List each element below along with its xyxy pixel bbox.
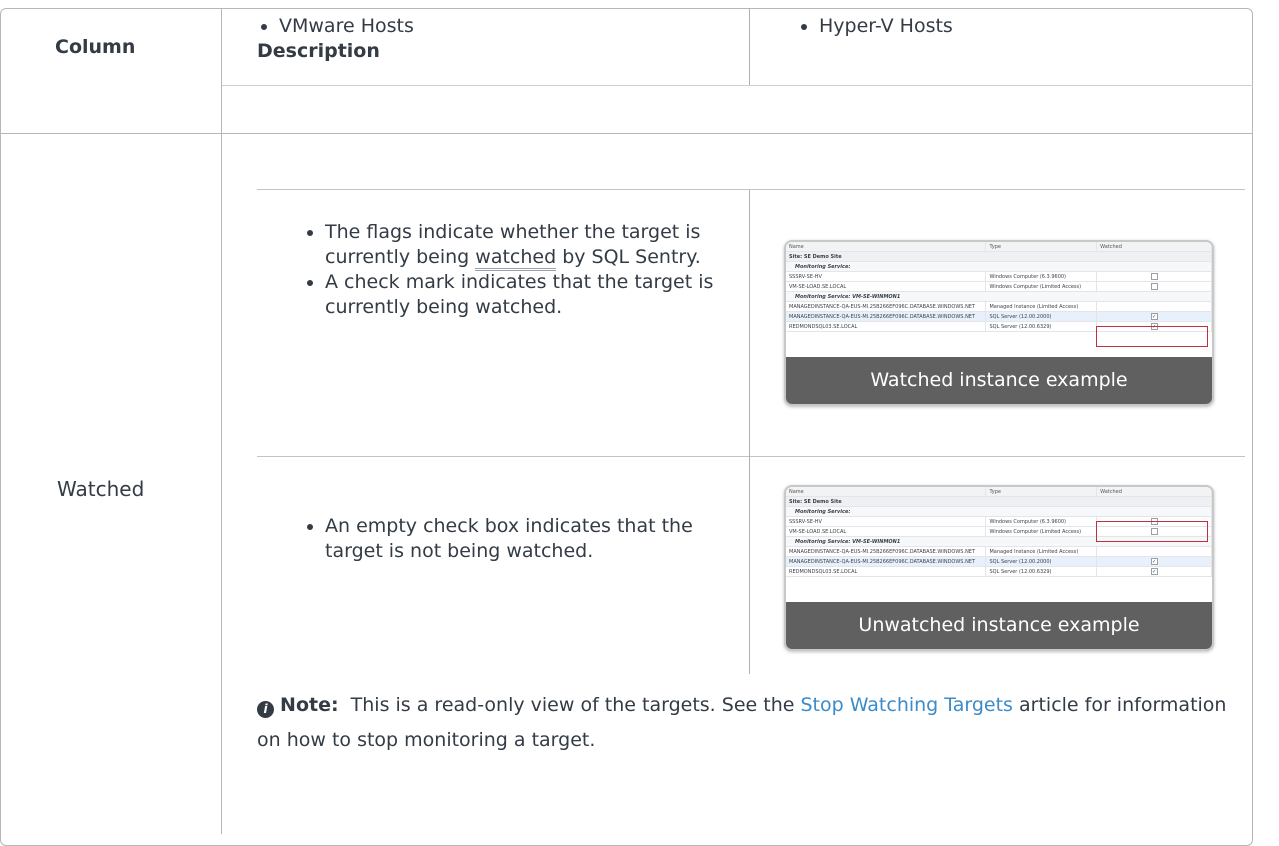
note-text: This is a read-only view of the targets.… [338, 694, 801, 716]
header-nested-divider [749, 8, 750, 85]
documentation-table-page: Column Description VMware Hosts Hyper-V … [0, 0, 1279, 846]
list-item: A check mark indicates that the target i… [325, 270, 723, 320]
note-label: Note: [280, 694, 339, 716]
list-item: An empty check box indicates that the ta… [325, 514, 723, 564]
nested-middle-line [257, 456, 1245, 457]
nested-top-line [257, 189, 1245, 190]
watched-bullets: The flags indicate whether the target is… [303, 220, 723, 320]
description-header: Description [257, 40, 380, 62]
top-bullet-right: Hyper-V Hosts [797, 14, 1197, 39]
nested-vertical-divider [749, 190, 750, 674]
header-row-divider [0, 133, 1253, 134]
top-bullet-left: VMware Hosts [257, 14, 707, 39]
list-item: Hyper-V Hosts [819, 14, 1197, 39]
targets-grid: Name Type Watched Site: SE Demo Site Monit… [786, 242, 1212, 332]
checkbox-icon [1150, 273, 1158, 280]
checked-icon: ✓ [1150, 313, 1158, 320]
stop-watching-targets-link[interactable]: Stop Watching Targets [800, 694, 1013, 716]
watched-instance-screenshot: Name Type Watched Site: SE Demo Site Monit… [784, 240, 1214, 406]
column-header: Column [55, 36, 136, 58]
list-item: VMware Hosts [279, 14, 707, 39]
unwatched-caption: Unwatched instance example [786, 602, 1212, 649]
checkbox-icon [1150, 283, 1158, 290]
checked-icon: ✓ [1150, 558, 1158, 565]
column-divider [221, 8, 222, 834]
highlight-box [1096, 326, 1208, 347]
info-circle-icon: i [257, 701, 274, 718]
unwatched-bullets: An empty check box indicates that the ta… [303, 514, 723, 564]
note-callout: i Note: This is a read-only view of the … [257, 688, 1237, 758]
highlight-box [1096, 521, 1208, 542]
watched-glossary-link[interactable]: watched [475, 246, 557, 271]
header-inner-divider [222, 85, 1253, 86]
row-column-name: Watched [57, 477, 145, 501]
list-item: The flags indicate whether the target is… [325, 220, 723, 271]
checked-icon: ✓ [1150, 568, 1158, 575]
watched-caption: Watched instance example [786, 357, 1212, 404]
unwatched-instance-screenshot: Name Type Watched Site: SE Demo Site Monit… [784, 485, 1214, 651]
